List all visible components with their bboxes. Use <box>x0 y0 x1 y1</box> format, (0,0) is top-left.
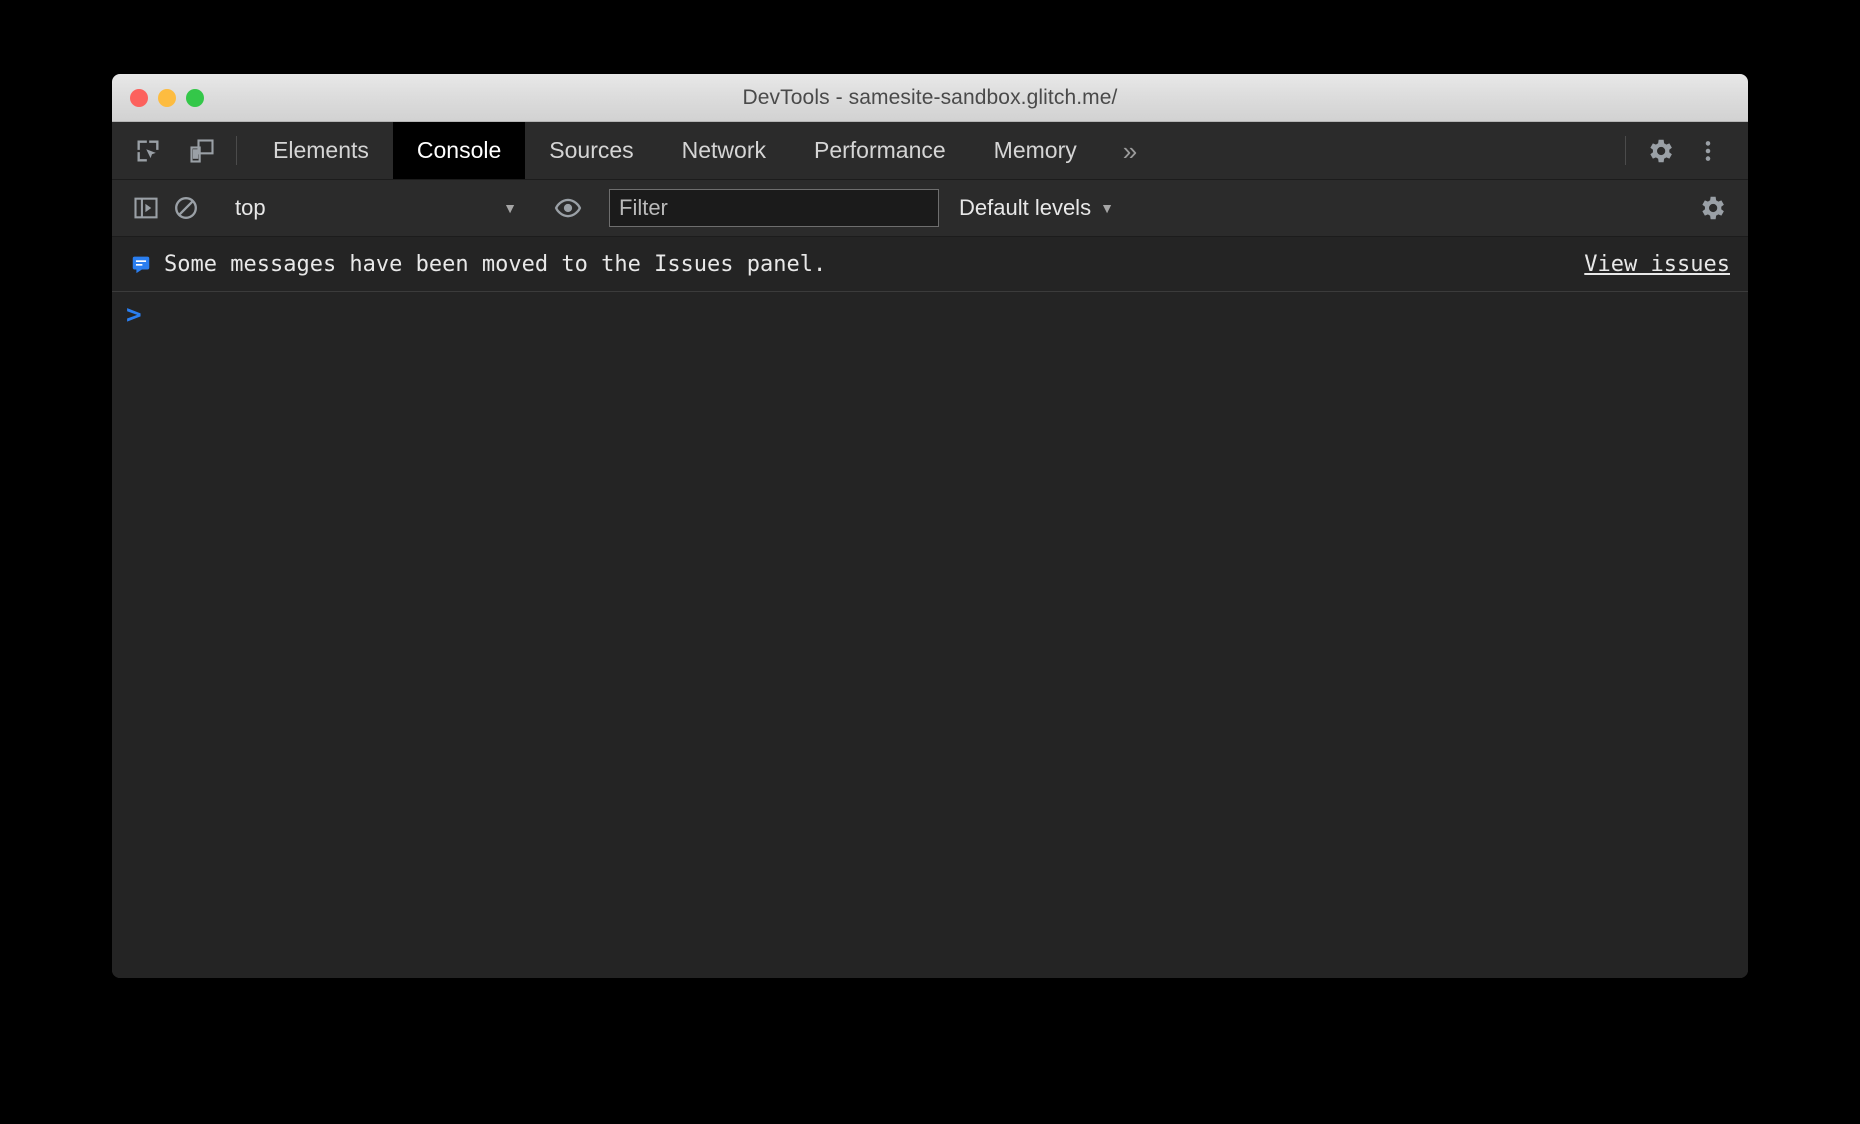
filter-input[interactable]: Filter <box>609 189 939 227</box>
tab-label: Sources <box>549 137 633 164</box>
devtools-tabbar: Elements Console Sources Network Perform… <box>112 122 1748 180</box>
tab-memory[interactable]: Memory <box>970 122 1101 179</box>
tab-network[interactable]: Network <box>658 122 790 179</box>
maximize-button[interactable] <box>186 89 204 107</box>
console-prompt-row[interactable]: > <box>112 292 1748 346</box>
minimize-button[interactable] <box>158 89 176 107</box>
close-button[interactable] <box>130 89 148 107</box>
traffic-light-buttons <box>130 89 204 107</box>
tabbar-right-icons <box>1638 122 1748 179</box>
window-title: DevTools - samesite-sandbox.glitch.me/ <box>112 86 1748 110</box>
execution-context-value: top <box>235 195 266 221</box>
kebab-menu-icon <box>1695 138 1721 164</box>
console-empty-area[interactable] <box>112 346 1748 978</box>
console-sidebar-icon <box>132 194 160 222</box>
tab-console[interactable]: Console <box>393 122 525 179</box>
devtools-more-options-button[interactable] <box>1686 129 1730 173</box>
tab-label: Network <box>682 137 766 164</box>
tab-label: Memory <box>994 137 1077 164</box>
live-expression-eye-icon <box>553 193 583 223</box>
tab-elements[interactable]: Elements <box>249 122 393 179</box>
filter-placeholder: Filter <box>619 195 668 221</box>
screen: DevTools - samesite-sandbox.glitch.me/ <box>0 0 1860 1124</box>
view-issues-link[interactable]: View issues <box>1584 252 1730 277</box>
execution-context-select[interactable]: top ▼ <box>227 188 527 228</box>
tabbar-left-icons <box>112 122 224 179</box>
inspect-element-button[interactable] <box>126 129 170 173</box>
clear-console-button[interactable] <box>166 188 206 228</box>
console-message-row[interactable]: Some messages have been moved to the Iss… <box>112 237 1748 292</box>
tab-sources[interactable]: Sources <box>525 122 657 179</box>
device-toolbar-button[interactable] <box>180 129 224 173</box>
log-levels-label: Default levels <box>959 195 1091 221</box>
console-panel: Some messages have been moved to the Iss… <box>112 237 1748 978</box>
devtools-settings-button[interactable] <box>1638 129 1682 173</box>
devtools-window: DevTools - samesite-sandbox.glitch.me/ <box>112 74 1748 978</box>
more-tabs-button[interactable]: » <box>1101 122 1159 179</box>
console-message-text: Some messages have been moved to the Iss… <box>164 252 826 277</box>
console-sidebar-toggle-button[interactable] <box>126 188 166 228</box>
gear-icon <box>1645 136 1675 166</box>
live-expression-button[interactable] <box>548 188 588 228</box>
tabbar-divider-2 <box>1625 136 1626 165</box>
chevron-down-icon: ▼ <box>1100 201 1114 215</box>
device-toolbar-icon <box>188 137 216 165</box>
console-toolbar: top ▼ Filter Default levels ▼ <box>112 180 1748 237</box>
clear-console-icon <box>172 194 200 222</box>
chevron-down-icon: ▼ <box>503 201 517 215</box>
panel-tabs: Elements Console Sources Network Perform… <box>249 122 1613 179</box>
chevron-double-right-icon: » <box>1123 138 1137 164</box>
info-message-icon <box>128 253 154 275</box>
tab-label: Console <box>417 137 501 164</box>
tab-label: Elements <box>273 137 369 164</box>
prompt-chevron-icon: > <box>126 302 142 328</box>
tabbar-divider-1 <box>236 136 237 165</box>
inspect-element-icon <box>134 137 162 165</box>
log-levels-select[interactable]: Default levels ▼ <box>959 195 1114 221</box>
tab-performance[interactable]: Performance <box>790 122 970 179</box>
console-settings-button[interactable] <box>1692 188 1732 228</box>
window-titlebar: DevTools - samesite-sandbox.glitch.me/ <box>112 74 1748 122</box>
console-settings-gear-icon <box>1697 193 1727 223</box>
tab-label: Performance <box>814 137 946 164</box>
